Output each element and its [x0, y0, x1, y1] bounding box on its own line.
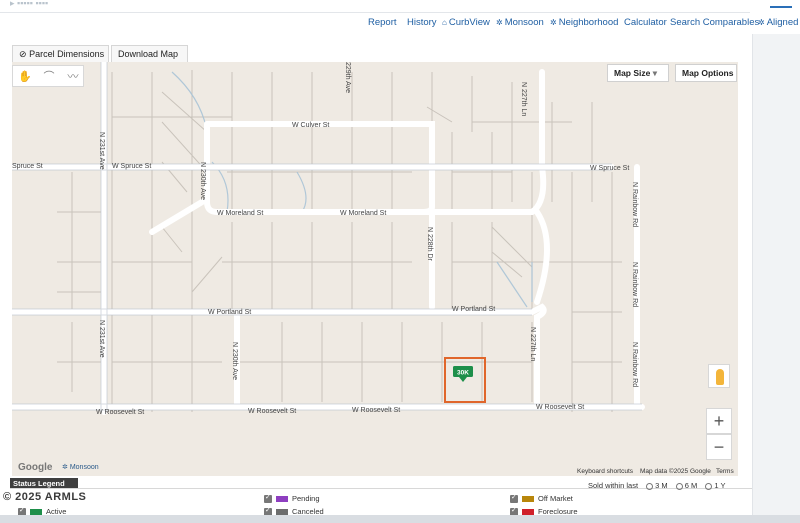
storm-icon: ✲ [62, 464, 68, 471]
zoom-out-button[interactable]: − [706, 434, 732, 460]
street-label: W Spruce St [590, 165, 629, 172]
street-label: N Rainbow Rd [631, 342, 638, 387]
active-tab-indicator [770, 6, 792, 8]
price-marker[interactable]: 30K [453, 366, 473, 382]
monsoon-link[interactable]: ✲ Monsoon [496, 17, 544, 28]
hand-icon[interactable]: ✋ [17, 69, 33, 85]
street-label: N 227th Ln [529, 327, 536, 361]
status-swatch [522, 496, 534, 503]
street-label: N 230th Ave [199, 162, 206, 200]
parcel-map[interactable]: 30K W Culver St Spruce St W Spruce St W … [12, 62, 738, 476]
line-icon[interactable]: 〰 [65, 69, 81, 85]
report-link[interactable]: Report [368, 17, 397, 28]
tab-parcel-dimensions[interactable]: ⊘ Parcel Dimensions [12, 45, 109, 62]
pegman-icon [716, 369, 724, 385]
checkbox[interactable] [510, 493, 518, 504]
map-size-dropdown[interactable]: Map Size ▾ [607, 64, 669, 82]
copyright-text: © 2025 ARMLS [3, 491, 87, 503]
storm-icon: ✲ [496, 18, 503, 27]
terms-link[interactable]: Terms [716, 468, 734, 475]
status-swatch [276, 496, 288, 503]
street-label: 229th Ave [344, 62, 351, 93]
top-bar: ▸ ▪▪▪▪▪ ▪▪▪▪ [0, 0, 800, 14]
bottom-bar [0, 515, 800, 523]
checkbox[interactable] [264, 493, 272, 504]
calculator-link[interactable]: Calculator [624, 17, 667, 28]
street-label: W Moreland St [217, 210, 263, 217]
street-label: N 228th Dr [426, 227, 433, 262]
zoom-in-button[interactable]: + [706, 408, 732, 434]
google-logo: Google [18, 462, 53, 473]
search-comparables-link[interactable]: Search Comparables [670, 17, 759, 28]
polygon-icon[interactable]: ⌒ [41, 69, 57, 85]
legend-item-off-market[interactable]: Off Market [510, 493, 573, 504]
divider [0, 12, 750, 13]
radio-3m[interactable] [646, 482, 654, 490]
history-link[interactable]: History [407, 17, 437, 28]
street-label: W Spruce St [112, 163, 151, 170]
street-label: N Rainbow Rd [631, 182, 638, 227]
street-view-pegman[interactable] [708, 364, 730, 388]
side-panel [752, 34, 800, 523]
street-label: W Roosevelt St [352, 407, 400, 414]
price-marker-label: 30K [457, 370, 469, 377]
subject-parcel-outline [444, 357, 486, 403]
aligned-link[interactable]: ✲ Aligned [758, 17, 798, 28]
street-label: Spruce St [12, 163, 43, 170]
sold-within-filter: Sold within last 3 M 6 M 1 Y [588, 481, 726, 490]
house-icon: ⌂ [442, 18, 447, 27]
faded-header-text: ▸ ▪▪▪▪▪ ▪▪▪▪ [10, 0, 49, 8]
curbview-link[interactable]: ⌂ CurbView [442, 17, 490, 28]
no-icon: ⊘ [19, 49, 27, 59]
map-data-text: Map data ©2025 Google [640, 468, 711, 475]
keyboard-shortcuts-link[interactable]: Keyboard shortcuts [577, 468, 633, 475]
radio-6m[interactable] [675, 482, 683, 490]
map-options-button[interactable]: Map Options [675, 64, 737, 82]
street-label: W Portland St [452, 306, 495, 313]
street-label: N 231st Ave [98, 320, 105, 358]
street-label: W Roosevelt St [248, 408, 296, 415]
street-label: W Roosevelt St [96, 409, 144, 416]
map-canvas: 30K W Culver St Spruce St W Spruce St W … [12, 62, 645, 416]
neighborhood-link[interactable]: ✲ Neighborhood [550, 17, 618, 28]
storm-icon: ✲ [550, 18, 557, 27]
legend-item-pending[interactable]: Pending [264, 493, 320, 504]
street-label: W Culver St [292, 122, 329, 129]
radio-1y[interactable] [705, 482, 713, 490]
street-label: W Portland St [208, 309, 251, 316]
monsoon-logo: ✲ Monsoon [62, 464, 99, 471]
street-label: W Moreland St [340, 210, 386, 217]
tab-download-map[interactable]: Download Map [111, 45, 188, 62]
chevron-down-icon: ▾ [652, 68, 658, 78]
street-label: N 230th Ave [231, 342, 238, 380]
listing-action-links: Report History ⌂ CurbView ✲ Monsoon ✲ Neigh… [0, 17, 800, 33]
street-label: N 231st Ave [98, 132, 105, 170]
street-label: N 227th Ln [520, 82, 527, 116]
drawing-toolbar: ✋ ⌒ 〰 [12, 65, 84, 87]
street-label: W Roosevelt St [536, 404, 584, 411]
street-label: N Rainbow Rd [631, 262, 638, 307]
storm-icon: ✲ [758, 18, 765, 27]
